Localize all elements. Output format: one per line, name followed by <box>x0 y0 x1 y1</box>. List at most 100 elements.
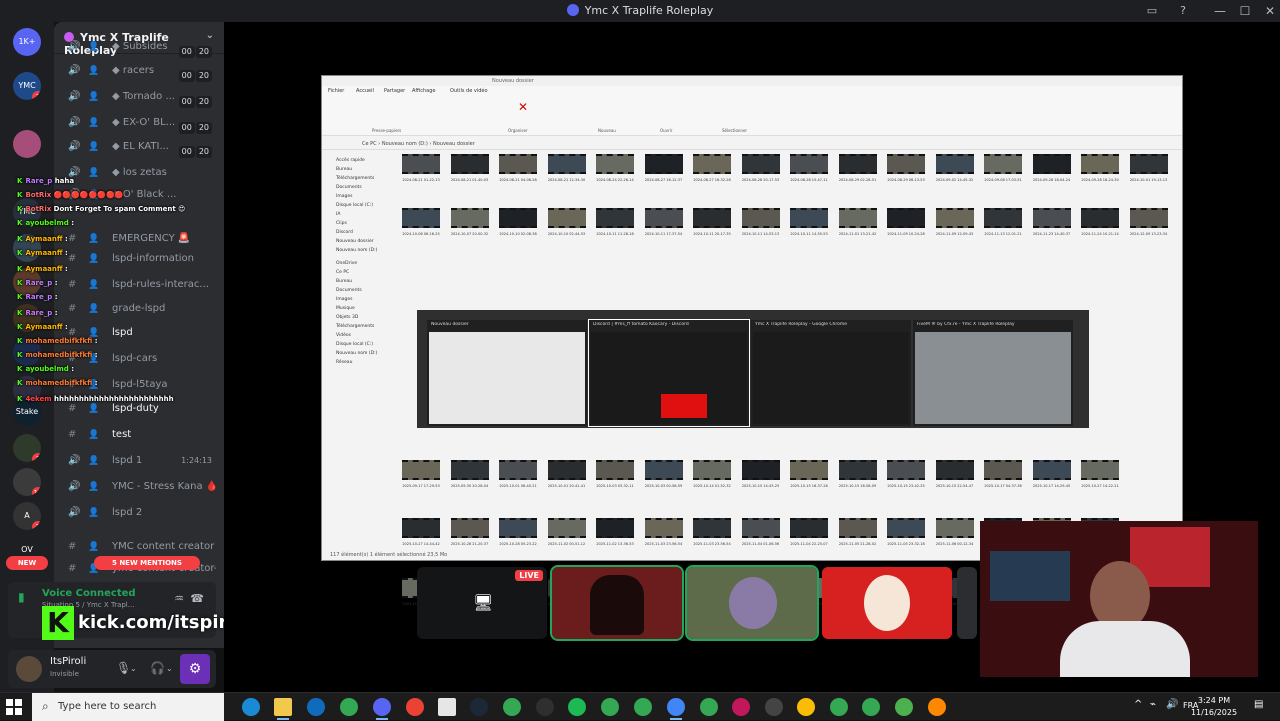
video-thumbnail[interactable] <box>499 518 537 538</box>
nav-item[interactable]: Objets 3D <box>330 313 394 322</box>
server-icon[interactable]: A2 <box>13 502 41 530</box>
channel-item[interactable]: 🔊 👤 ◆ Subsides 00 20 <box>62 36 216 58</box>
obs-icon[interactable] <box>536 698 554 716</box>
chrome-icon[interactable] <box>830 698 848 716</box>
minimize-button[interactable]: — <box>1206 2 1234 20</box>
video-thumbnail[interactable] <box>499 460 537 480</box>
chevron-down-icon[interactable]: ⌄ <box>166 664 173 673</box>
video-thumbnail[interactable] <box>838 208 877 228</box>
nav-item[interactable]: Nouveau nom (D:) <box>330 246 394 255</box>
video-thumbnail[interactable] <box>402 208 440 228</box>
notification-icon[interactable]: ▤ <box>1254 699 1263 710</box>
video-thumbnail[interactable] <box>644 460 683 480</box>
video-thumbnail[interactable] <box>935 518 974 538</box>
nav-item[interactable]: Téléchargements <box>330 322 394 331</box>
channel-item[interactable]: # 👤 grade-lspd <box>62 298 216 320</box>
participant-tile[interactable] <box>822 567 952 639</box>
channel-item[interactable]: 🔊 👤 ◆ los zetas <box>62 162 216 184</box>
chrome-icon[interactable] <box>503 698 521 716</box>
video-thumbnail[interactable] <box>1129 154 1168 174</box>
video-thumbnail[interactable] <box>790 154 828 174</box>
nav-item[interactable]: Disque local (C:) <box>330 340 394 349</box>
nav-item[interactable]: Nouveau dossier <box>330 237 394 246</box>
video-thumbnail[interactable] <box>887 518 925 538</box>
channel-item[interactable]: # 👤 lspd-duty <box>62 398 216 420</box>
participant-tile[interactable] <box>550 565 684 641</box>
noise-suppression-icon[interactable]: ♒ <box>174 592 184 605</box>
video-thumbnail[interactable] <box>790 208 828 228</box>
video-thumbnail[interactable] <box>838 518 877 538</box>
nav-item[interactable]: Téléchargements <box>330 174 394 183</box>
delete-icon[interactable]: ✕ <box>518 100 528 114</box>
video-thumbnail[interactable] <box>838 460 877 480</box>
video-thumbnail[interactable] <box>887 154 925 174</box>
chrome-icon[interactable] <box>634 698 652 716</box>
video-thumbnail[interactable] <box>984 208 1022 228</box>
server-icon[interactable] <box>13 338 41 366</box>
participant-tile[interactable] <box>685 565 819 641</box>
disconnect-icon[interactable]: ☎ <box>190 592 204 605</box>
nav-item[interactable]: OneDrive <box>330 259 394 268</box>
help-icon[interactable]: ? <box>1175 3 1191 19</box>
chrome-icon[interactable] <box>862 698 880 716</box>
server-icon[interactable] <box>13 304 41 332</box>
channel-item[interactable]: # 👤 EMERGENCY 🚨 <box>62 228 216 250</box>
video-thumbnail[interactable] <box>741 208 780 228</box>
inbox-icon[interactable]: ▭ <box>1144 3 1160 19</box>
video-thumbnail[interactable] <box>596 154 634 174</box>
video-thumbnail[interactable] <box>402 154 440 174</box>
ribbon-tab[interactable]: Affichage <box>412 88 436 94</box>
video-thumbnail[interactable] <box>450 460 489 480</box>
video-thumbnail[interactable] <box>790 460 828 480</box>
stream-tile[interactable]: LIVE 🖥 <box>417 567 547 639</box>
video-thumbnail[interactable] <box>935 154 974 174</box>
video-thumbnail[interactable] <box>1032 460 1071 480</box>
video-thumbnail[interactable] <box>1081 154 1119 174</box>
nav-item[interactable]: Images <box>330 295 394 304</box>
taskbar-search[interactable]: ⌕ Type here to search <box>32 693 224 721</box>
discord-icon[interactable] <box>373 698 391 720</box>
server-icon[interactable]: Stake <box>13 398 41 426</box>
nav-item[interactable]: Bureau <box>330 165 394 174</box>
nav-item[interactable]: Vidéos <box>330 331 394 340</box>
network-icon[interactable]: ⌁ <box>1150 699 1156 710</box>
app-icon[interactable] <box>732 698 750 716</box>
channel-item[interactable]: # 👤 lspd-cars <box>62 348 216 370</box>
app-icon[interactable] <box>765 698 783 716</box>
file-icon[interactable] <box>438 698 456 716</box>
video-thumbnail[interactable] <box>450 518 489 538</box>
video-thumbnail[interactable] <box>693 208 731 228</box>
ribbon-tab[interactable]: Partager <box>384 88 405 94</box>
video-thumbnail[interactable] <box>1081 208 1119 228</box>
video-thumbnail[interactable] <box>547 154 586 174</box>
video-thumbnail[interactable] <box>741 518 780 538</box>
avatar[interactable] <box>16 656 42 682</box>
video-thumbnail[interactable] <box>790 518 828 538</box>
chrome-icon[interactable] <box>601 698 619 716</box>
video-thumbnail[interactable] <box>644 518 683 538</box>
edge-icon[interactable] <box>242 698 260 716</box>
server-icon[interactable]: YMC <box>13 198 41 226</box>
gear-icon[interactable]: ⚙ <box>180 654 210 684</box>
video-thumbnail[interactable] <box>887 460 925 480</box>
maximize-button[interactable]: ☐ <box>1231 2 1259 20</box>
video-thumbnail[interactable] <box>693 518 731 538</box>
video-thumbnail[interactable] <box>596 208 634 228</box>
video-thumbnail[interactable] <box>644 208 683 228</box>
explorer-address-bar[interactable]: Ce PC › Nouveau nom (D:) › Nouveau dossi… <box>322 138 1182 150</box>
steam-icon[interactable] <box>470 698 488 716</box>
nav-item[interactable]: Discord <box>330 228 394 237</box>
channel-item[interactable]: # 👤 YMC content creator 📷 <box>62 536 216 558</box>
nav-item[interactable]: Bureau <box>330 277 394 286</box>
channel-item[interactable]: 🔊 👤 lspd 1 1:24:13 <box>62 450 216 472</box>
username[interactable]: ItsPiroli <box>50 656 86 667</box>
channel-item[interactable]: 🔊 👤 lspd 2 <box>62 502 216 524</box>
chevron-down-icon[interactable]: ⌄ <box>130 664 137 673</box>
video-thumbnail[interactable] <box>935 208 974 228</box>
channel-item[interactable]: 🔊 👤 ◆ racers 00 20 <box>62 60 216 82</box>
video-thumbnail[interactable] <box>935 460 974 480</box>
nav-item[interactable]: Ce PC <box>330 268 394 277</box>
nav-item[interactable]: Images <box>330 192 394 201</box>
video-thumbnail[interactable] <box>984 154 1022 174</box>
ribbon-tab[interactable]: Outils de vidéo <box>450 88 488 94</box>
